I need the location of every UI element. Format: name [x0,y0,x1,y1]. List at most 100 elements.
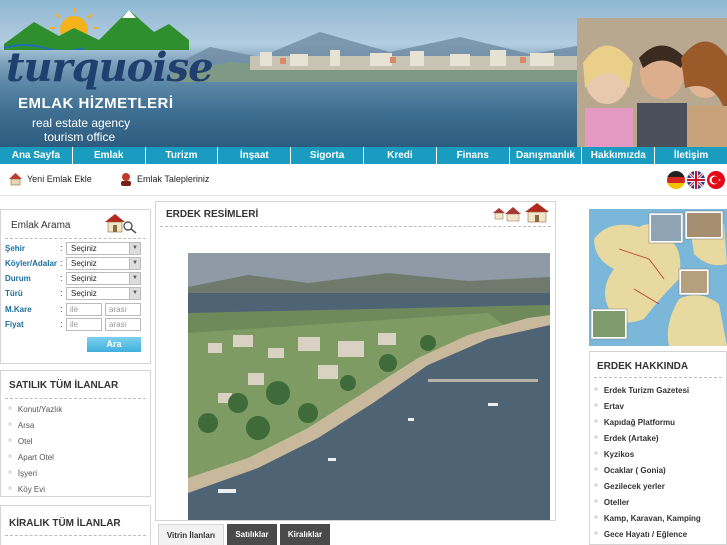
nav-item-ana-sayfa[interactable]: Ana Sayfa [0,147,73,164]
type-select-value: Seçiniz [71,289,97,298]
bullet-icon: » [8,453,12,460]
area-label: M.Kare [5,305,32,314]
nav-item-sigorta[interactable]: Sigorta [291,147,364,164]
search-title: Emlak Arama [11,220,71,231]
area-from-input[interactable]: ile [66,303,102,316]
list-item-label: Apart Otel [17,453,54,462]
list-item[interactable]: » Oteller [594,498,629,507]
nav-item-insaat[interactable]: İnşaat [218,147,292,164]
divider [5,535,146,536]
list-item[interactable]: » Kapıdağ Platformu [594,418,675,427]
city-label: Şehir [5,244,26,253]
village-label: Köyler/Adalar [5,259,58,268]
nav-item-hakkimizda[interactable]: Hakkımızda [582,147,656,164]
list-item[interactable]: » Konut/Yazlık [8,405,62,414]
tagline-tourism: tourism office [44,130,116,144]
list-item[interactable]: » Arsa [8,421,34,430]
chevron-down-icon: ▼ [129,243,140,254]
tagline-real-estate: real estate agency [32,116,131,130]
colon: : [60,273,63,283]
sub-toolbar [0,164,727,196]
list-item[interactable]: » Gezilecek yerler [594,482,665,491]
logo[interactable]: turquoise EMLAK HİZMETLERİ real estate a… [0,0,214,147]
turkish-flag-icon[interactable] [707,171,725,189]
uk-flag-icon[interactable] [687,171,705,189]
bullet-icon: » [8,485,12,492]
divider [5,238,146,239]
chevron-down-icon: ▼ [129,258,140,269]
list-item-label: Arsa [17,421,35,430]
price-to-input[interactable]: arası [105,318,141,331]
nav-item-emlak[interactable]: Emlak [73,147,146,164]
add-listing-label: Yeni Emlak Ekle [27,174,92,184]
price-label: Fiyat [5,320,24,329]
type-select[interactable]: Seçiniz ▼ [66,287,141,300]
add-listing-link[interactable]: Yeni Emlak Ekle [8,172,92,186]
list-item[interactable]: » Gece Hayatı / Eğlence [594,530,687,539]
list-item-label: Gece Hayatı / Eğlence [603,530,688,539]
list-item-label: Erdek (Artake) [603,434,659,443]
list-item[interactable]: » Kyzikos [594,450,634,459]
chevron-down-icon: ▼ [129,288,140,299]
list-item-label: Otel [17,437,33,446]
erdek-map[interactable] [589,209,727,346]
list-item[interactable]: » Erdek Turizm Gazetesi [594,386,689,395]
status-select[interactable]: Seçiniz ▼ [66,272,141,285]
list-item-label: Gezilecek yerler [603,482,665,491]
area-to-input[interactable]: arası [105,303,141,316]
list-item[interactable]: » Apart Otel [8,453,54,462]
tab-for-sale[interactable]: Satılıklar [227,524,277,545]
nav-item-iletisim[interactable]: İletişim [655,147,727,164]
tab-showcase[interactable]: Vitrin İlanları [158,524,224,545]
sale-listings-title: SATILIK TÜM İLANLAR [9,380,119,391]
german-flag-icon[interactable] [667,171,685,189]
erdek-photo[interactable] [188,253,550,520]
bullet-icon: » [594,498,598,505]
list-item[interactable]: » Ertav [594,402,624,411]
house-search-icon [105,214,137,234]
list-item-label: Konut/Yazlık [17,405,63,414]
bullet-icon: » [594,386,598,393]
list-item[interactable]: » Ocaklar ( Gonia) [594,466,666,475]
list-item[interactable]: » İşyeri [8,469,37,478]
price-from-input[interactable]: ile [66,318,102,331]
nav-item-kredi[interactable]: Kredi [364,147,437,164]
houses-icon [493,203,549,223]
requests-label: Emlak Talepleriniz [137,174,210,184]
city-select[interactable]: Seçiniz ▼ [66,242,141,255]
list-item-label: Ertav [603,402,624,411]
list-item[interactable]: » Kamp, Karavan, Kamping [594,514,701,523]
list-item-label: Erdek Turizm Gazetesi [603,386,690,395]
tab-for-rent[interactable]: Kiralıklar [280,524,330,545]
nav-item-turizm[interactable]: Turizm [146,147,219,164]
about-erdek-title: ERDEK HAKKINDA [597,361,689,372]
bullet-icon: » [594,530,598,537]
search-button[interactable]: Ara [87,337,141,352]
coastal-town [250,50,580,70]
village-select[interactable]: Seçiniz ▼ [66,257,141,270]
nav-item-finans[interactable]: Finans [437,147,510,164]
list-item[interactable]: » Otel [8,437,33,446]
list-item[interactable]: » Köy Evi [8,485,45,494]
bullet-icon: » [8,421,12,428]
main-title: ERDEK RESİMLERİ [166,209,259,220]
bullet-icon: » [594,402,598,409]
bullet-icon: » [8,437,12,444]
requests-link[interactable]: Emlak Talepleriniz [119,172,209,186]
list-item-label: Oteller [603,498,630,507]
list-item-label: Kamp, Karavan, Kamping [603,514,701,523]
type-label: Türü [5,289,23,298]
rent-listings-title: KİRALIK TÜM İLANLAR [9,518,121,529]
colon: : [60,258,63,268]
nav-item-danismanlik[interactable]: Danışmanlık [510,147,583,164]
bullet-icon: » [594,434,598,441]
person-icon [121,173,131,186]
bullet-icon: » [594,466,598,473]
list-item-label: Kapıdağ Platformu [603,418,676,427]
family-photo [577,18,727,147]
colon: : [60,304,63,314]
bullet-icon: » [594,418,598,425]
bullet-icon: » [594,450,598,457]
house-icon [9,173,22,186]
list-item[interactable]: » Erdek (Artake) [594,434,659,443]
